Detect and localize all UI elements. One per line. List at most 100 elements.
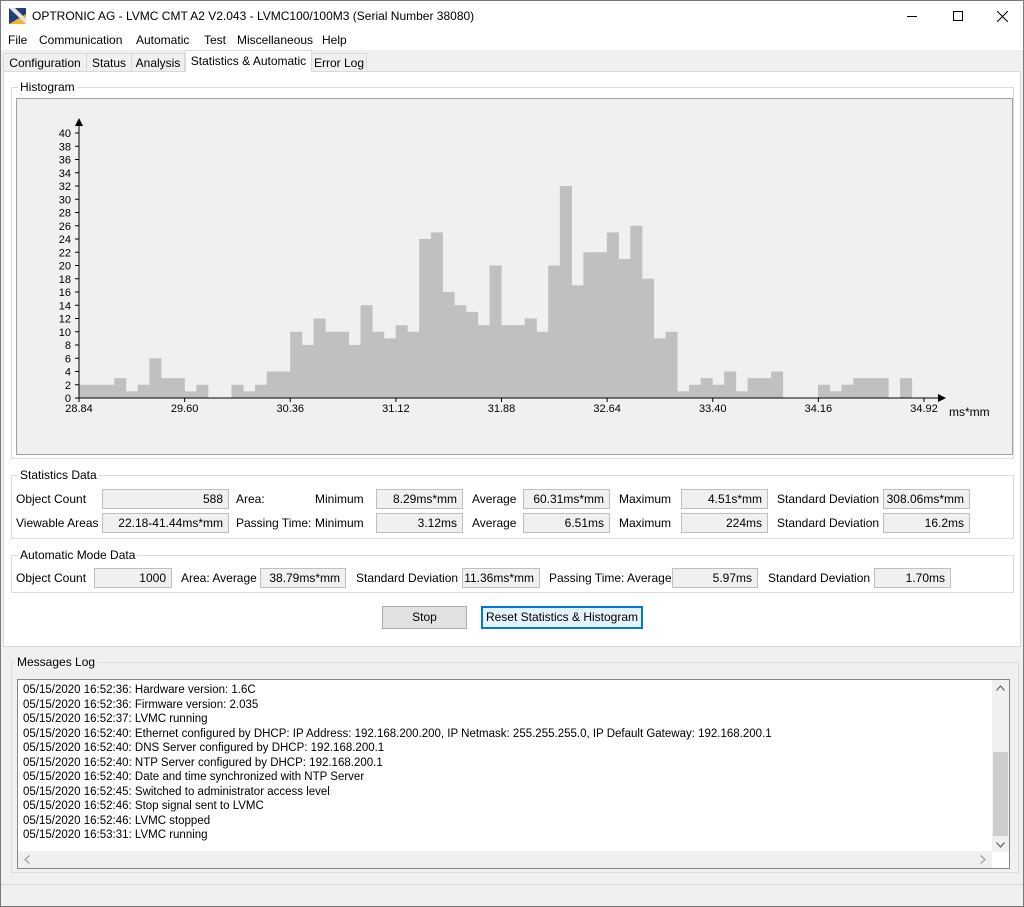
histogram-bar bbox=[430, 232, 443, 399]
tab-configuration[interactable]: Configuration bbox=[3, 53, 87, 71]
auto-object-count-label: Object Count bbox=[16, 571, 87, 585]
y-tick-label: 24 bbox=[59, 234, 71, 246]
histogram-bar bbox=[759, 378, 772, 399]
passing-stddev-value: 16.2ms bbox=[883, 513, 970, 533]
histogram-bar bbox=[571, 285, 584, 399]
histogram-bar bbox=[149, 358, 162, 398]
histogram-bar bbox=[172, 378, 185, 399]
maximize-icon bbox=[953, 11, 963, 21]
histogram-bar bbox=[724, 371, 737, 398]
scroll-up-icon[interactable] bbox=[996, 685, 1005, 691]
histogram-bar bbox=[700, 378, 713, 399]
passing-minimum-label: Minimum bbox=[315, 516, 364, 530]
close-button[interactable] bbox=[979, 1, 1023, 31]
log-line: 05/15/2020 16:52:36: Hardware version: 1… bbox=[23, 684, 256, 696]
y-tick-label: 4 bbox=[65, 367, 71, 379]
log-line: 05/15/2020 16:53:31: LVMC running bbox=[23, 829, 208, 841]
histogram-bar bbox=[653, 338, 666, 399]
messages-log-list[interactable]: 05/15/2020 16:52:36: Hardware version: 1… bbox=[17, 679, 1010, 869]
histogram-bar bbox=[325, 331, 338, 398]
menu-automatic[interactable]: Automatic bbox=[136, 33, 189, 47]
horizontal-scrollbar[interactable] bbox=[18, 851, 992, 868]
automatic-mode-label: Automatic Mode Data bbox=[18, 548, 138, 562]
area-maximum-label: Maximum bbox=[619, 492, 672, 506]
minimize-icon bbox=[907, 16, 917, 17]
stop-button[interactable]: Stop bbox=[382, 606, 467, 629]
vertical-scrollbar[interactable] bbox=[992, 680, 1009, 852]
histogram-bar bbox=[407, 331, 420, 398]
x-tick-label: 31.12 bbox=[382, 403, 410, 415]
histogram-bar bbox=[841, 384, 854, 398]
reset-statistics-button[interactable]: Reset Statistics & Histogram bbox=[481, 606, 643, 629]
y-tick-label: 26 bbox=[59, 221, 71, 233]
object-count-label: Object Count bbox=[16, 492, 87, 506]
tab-status[interactable]: Status bbox=[86, 53, 132, 71]
histogram-bar bbox=[137, 384, 150, 398]
y-tick-label: 20 bbox=[59, 261, 71, 273]
window-title: OPTRONIC AG - LVMC CMT A2 V2.043 - LVMC1… bbox=[32, 9, 475, 23]
histogram-bar bbox=[900, 378, 913, 399]
menu-test[interactable]: Test bbox=[204, 33, 226, 47]
histogram-bar bbox=[513, 325, 526, 399]
tab-statistics-automatic[interactable]: Statistics & Automatic bbox=[185, 50, 312, 72]
log-line: 05/15/2020 16:52:46: LVMC stopped bbox=[23, 814, 211, 827]
y-tick-label: 36 bbox=[59, 155, 71, 167]
title-bar: OPTRONIC AG - LVMC CMT A2 V2.043 - LVMC1… bbox=[1, 1, 1023, 31]
automatic-mode-group: Automatic Mode Data Object Count 1000 Ar… bbox=[11, 548, 1014, 593]
histogram-bar bbox=[196, 384, 209, 398]
area-label: Area: bbox=[236, 492, 265, 506]
y-tick-label: 22 bbox=[59, 247, 71, 259]
statistics-data-group: Statistics Data Object Count 588 Viewabl… bbox=[11, 468, 1014, 539]
histogram-bar bbox=[477, 325, 490, 399]
histogram-bar bbox=[313, 318, 326, 398]
histogram-bar bbox=[829, 391, 842, 399]
auto-passing-average-label: Passing Time: Average bbox=[549, 571, 672, 585]
y-tick-label: 18 bbox=[59, 274, 71, 286]
menu-file[interactable]: File bbox=[8, 33, 27, 47]
minimize-button[interactable] bbox=[889, 1, 935, 31]
histogram-bar bbox=[606, 232, 619, 399]
histogram-bar bbox=[454, 305, 467, 398]
passing-maximum-label: Maximum bbox=[619, 516, 672, 530]
passing-maximum-value: 224ms bbox=[681, 513, 768, 533]
x-tick-label: 30.36 bbox=[276, 403, 304, 415]
menu-miscellaneous[interactable]: Miscellaneous bbox=[237, 33, 313, 47]
tab-analysis[interactable]: Analysis bbox=[131, 53, 185, 71]
y-tick-label: 2 bbox=[65, 380, 71, 392]
scroll-left-icon[interactable] bbox=[24, 855, 30, 864]
histogram-bar bbox=[595, 252, 608, 398]
scroll-right-icon[interactable] bbox=[980, 855, 986, 864]
tab-strip: Configuration Status Analysis Statistics… bbox=[1, 50, 1023, 72]
area-average-value: 60.31ms*mm bbox=[523, 489, 610, 509]
histogram-bar bbox=[876, 378, 889, 399]
histogram-bar bbox=[665, 331, 678, 398]
area-stddev-value: 308.06ms*mm bbox=[883, 489, 970, 509]
y-tick-label: 8 bbox=[65, 340, 71, 352]
area-maximum-value: 4.51s*mm bbox=[681, 489, 768, 509]
passing-stddev-label: Standard Deviation bbox=[777, 516, 880, 530]
histogram-bar bbox=[360, 305, 373, 398]
histogram-bar bbox=[501, 325, 514, 399]
maximize-button[interactable] bbox=[935, 1, 981, 31]
y-tick-label: 16 bbox=[59, 287, 71, 299]
auto-passing-stddev-label: Standard Deviation bbox=[768, 571, 871, 585]
y-tick-label: 6 bbox=[65, 353, 71, 365]
tab-error-log[interactable]: Error Log bbox=[311, 53, 367, 71]
log-line: 05/15/2020 16:52:36: Firmware version: 2… bbox=[23, 698, 259, 711]
histogram-bar bbox=[419, 239, 432, 398]
menu-communication[interactable]: Communication bbox=[39, 33, 122, 47]
histogram-bar bbox=[853, 378, 866, 399]
histogram-bar bbox=[102, 384, 115, 398]
x-tick-label: 29.60 bbox=[171, 403, 199, 415]
scroll-down-icon[interactable] bbox=[996, 842, 1005, 848]
histogram-bar bbox=[735, 391, 748, 399]
passing-time-label: Passing Time: bbox=[236, 516, 312, 530]
menu-help[interactable]: Help bbox=[322, 33, 347, 47]
histogram-bar bbox=[536, 331, 549, 398]
vertical-scroll-thumb[interactable] bbox=[993, 752, 1008, 836]
histogram-bar bbox=[79, 384, 92, 398]
histogram-bar bbox=[278, 371, 291, 398]
x-axis-label: ms*mm bbox=[949, 405, 990, 419]
histogram-bar bbox=[395, 325, 408, 399]
auto-area-stddev-label: Standard Deviation bbox=[356, 571, 459, 585]
